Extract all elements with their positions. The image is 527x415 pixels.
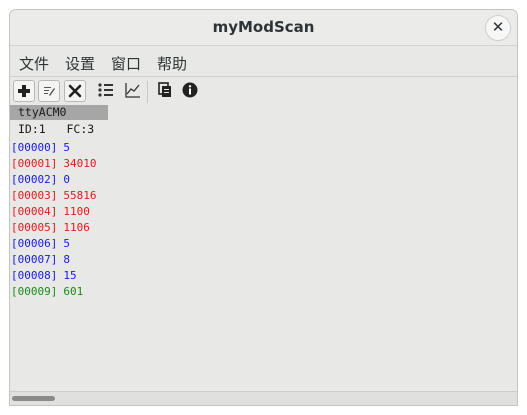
register-list: [00000] 5 [00001] 34010 [00002] 0 [00003] 55816… <box>11 140 96 300</box>
scrollbar-thumb[interactable] <box>12 396 55 401</box>
register-row: [00002] 0 <box>11 172 96 188</box>
register-value: 55816 <box>63 189 97 202</box>
device-info: ID:1 FC:3 <box>18 122 94 136</box>
chart-view-button[interactable] <box>123 80 145 102</box>
register-address: [00009] <box>11 285 58 298</box>
edit-icon <box>44 87 55 96</box>
copy-icon <box>158 82 171 97</box>
register-row: [00004] 1100 <box>11 204 96 220</box>
register-row: [00000] 5 <box>11 140 96 156</box>
register-address: [00004] <box>11 205 58 218</box>
register-value: 1100 <box>63 205 90 218</box>
register-row: [00008] 15 <box>11 268 96 284</box>
register-value: 1106 <box>63 221 90 234</box>
list-icon <box>98 83 113 97</box>
register-row: [00001] 34010 <box>11 156 96 172</box>
toolbar-separator <box>147 81 148 103</box>
about-button[interactable] <box>180 80 202 102</box>
register-row: [00009] 601 <box>11 284 96 300</box>
list-view-button[interactable] <box>96 80 118 102</box>
close-window-button[interactable]: ✕ <box>485 15 511 41</box>
menu-bar: 文件 设置 窗口 帮助 <box>10 46 517 77</box>
register-row: [00007] 8 <box>11 252 96 268</box>
add-connection-button[interactable] <box>13 80 35 102</box>
register-address: [00008] <box>11 269 58 282</box>
register-address: [00000] <box>11 141 58 154</box>
app-window: myModScan ✕ 文件 设置 窗口 帮助 ttyACM0 ID:1 FC:… <box>9 9 518 406</box>
register-row: [00006] 5 <box>11 236 96 252</box>
register-address: [00007] <box>11 253 58 266</box>
horizontal-scrollbar[interactable] <box>10 391 517 405</box>
menu-help[interactable]: 帮助 <box>157 53 187 74</box>
edit-button[interactable] <box>38 80 60 102</box>
copy-button[interactable] <box>155 80 177 102</box>
function-code-label: FC:3 <box>66 122 95 136</box>
register-row: [00005] 1106 <box>11 220 96 236</box>
menu-window[interactable]: 窗口 <box>111 53 141 74</box>
plus-icon <box>18 85 30 97</box>
disconnect-button[interactable] <box>64 80 86 102</box>
register-value: 601 <box>63 285 84 298</box>
register-value: 15 <box>63 269 77 282</box>
register-value: 5 <box>63 141 70 154</box>
register-address: [00001] <box>11 157 58 170</box>
register-address: [00006] <box>11 237 58 250</box>
info-icon <box>182 82 198 98</box>
title-bar[interactable]: myModScan ✕ <box>10 10 517 46</box>
register-address: [00005] <box>11 221 58 234</box>
chart-icon <box>125 83 140 98</box>
window-title: myModScan <box>212 18 315 36</box>
register-row: [00003] 55816 <box>11 188 96 204</box>
slave-id-label: ID:1 <box>18 122 46 136</box>
device-port-label[interactable]: ttyACM0 <box>10 105 108 120</box>
register-value: 34010 <box>63 157 97 170</box>
toolbar <box>10 77 517 105</box>
register-value: 5 <box>63 237 70 250</box>
register-value: 8 <box>63 253 70 266</box>
menu-file[interactable]: 文件 <box>19 53 49 74</box>
register-address: [00003] <box>11 189 58 202</box>
register-address: [00002] <box>11 173 58 186</box>
register-value: 0 <box>63 173 70 186</box>
menu-settings[interactable]: 设置 <box>65 53 95 74</box>
close-x-icon <box>68 84 82 98</box>
